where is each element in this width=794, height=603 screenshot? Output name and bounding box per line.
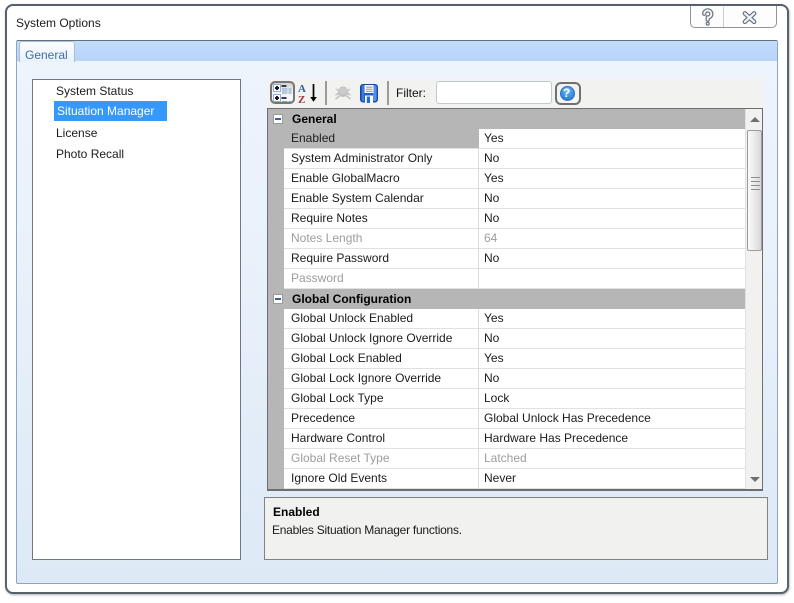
svg-text:Z: Z <box>298 94 305 104</box>
